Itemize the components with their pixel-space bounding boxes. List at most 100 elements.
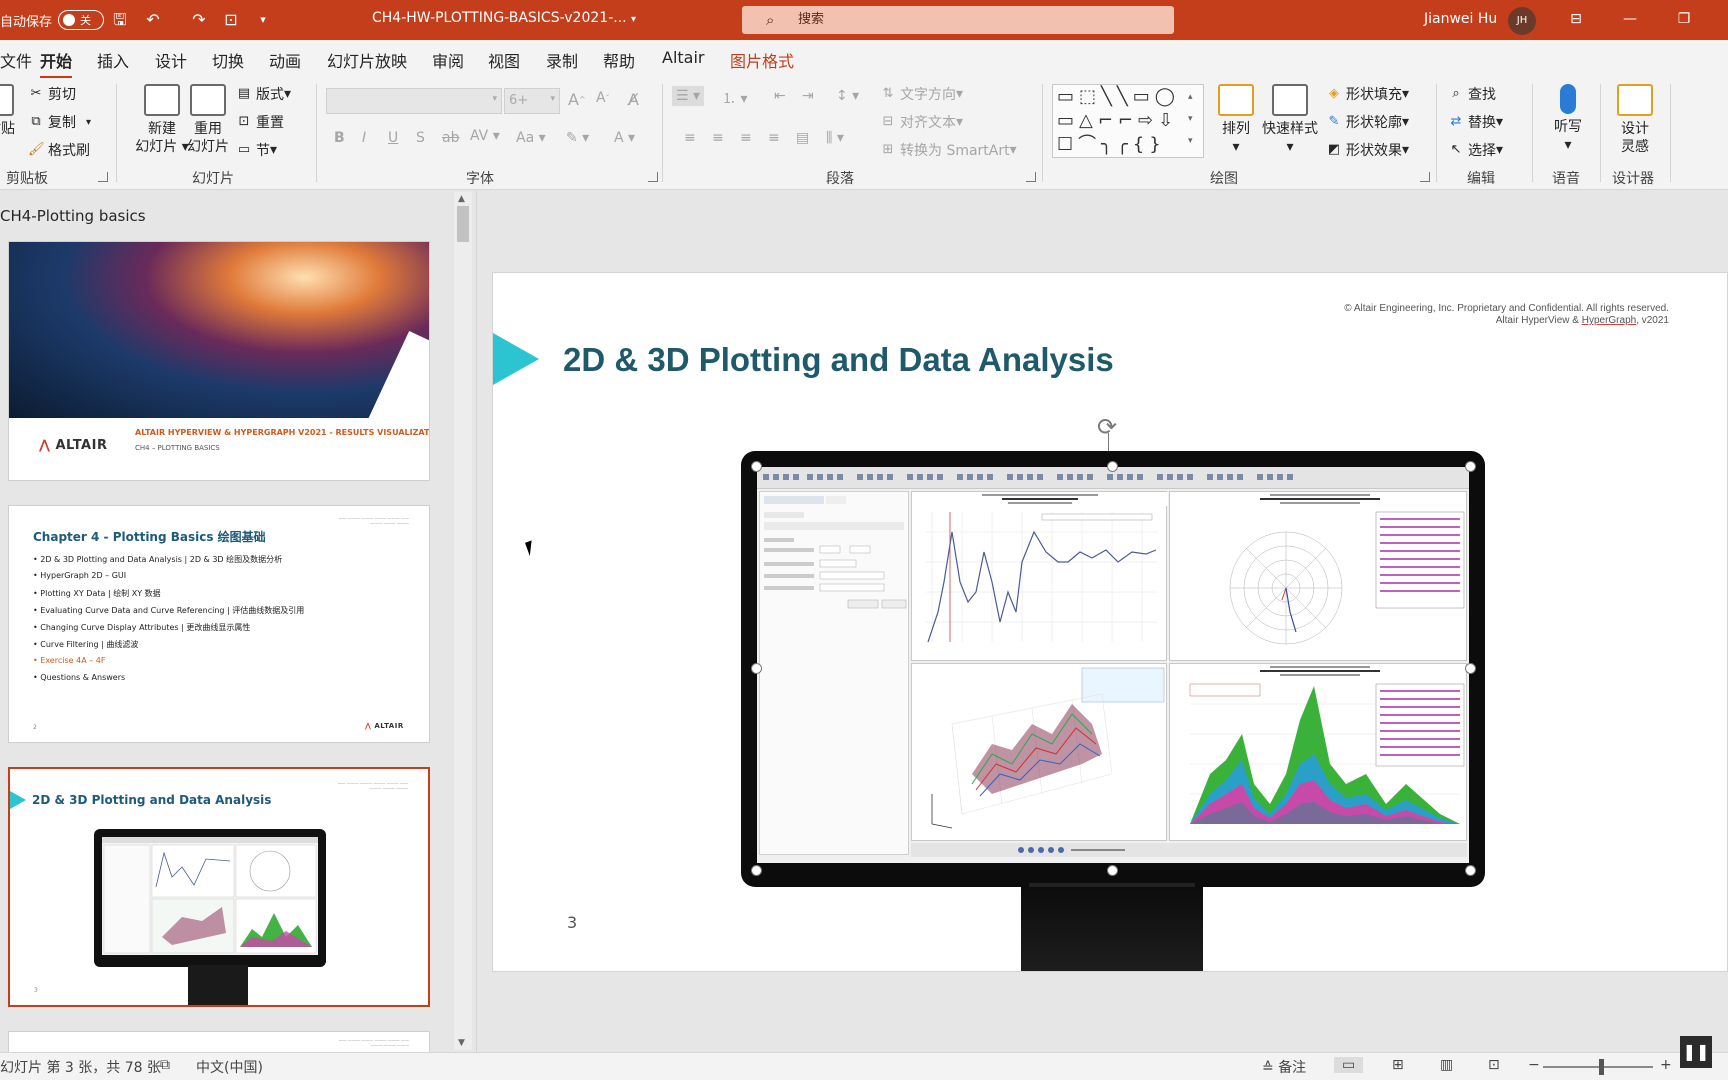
monitor-picture[interactable] xyxy=(741,451,1485,887)
minimize-icon[interactable]: — xyxy=(1608,0,1652,40)
ribbon-display-icon[interactable]: ⊟ xyxy=(1554,0,1598,40)
distributed-icon[interactable]: ▤ xyxy=(796,130,809,146)
italic-icon[interactable]: I xyxy=(362,130,366,146)
present-from-start-icon[interactable]: ⊡ xyxy=(218,8,244,32)
tab-slideshow[interactable]: 幻灯片放映 xyxy=(327,48,407,72)
shadow-icon[interactable]: S xyxy=(416,130,425,146)
slideshow-icon[interactable]: ⊡ xyxy=(1488,1057,1500,1073)
arrange-button[interactable]: 排列 ▾ xyxy=(1216,84,1256,156)
customize-qat-icon[interactable]: ▾ xyxy=(250,8,276,32)
bold-icon[interactable]: B xyxy=(334,130,345,146)
align-left-icon[interactable]: ≡ xyxy=(684,130,696,146)
accessibility-icon[interactable]: ⧉ xyxy=(160,1057,170,1073)
notes-button[interactable]: ≙ 备注 xyxy=(1262,1057,1306,1077)
search-input[interactable]: ⌕ 搜索 xyxy=(742,6,1174,34)
align-right-icon[interactable]: ≡ xyxy=(740,130,752,146)
thumbnail-scrollbar[interactable]: ▲ ▼ xyxy=(454,192,472,1050)
slide-thumbnail-2[interactable]: —— ——— ——— ——— ——— —— ——— ——— ——— Chapter… xyxy=(8,505,430,743)
tab-design[interactable]: 设计 xyxy=(155,48,187,72)
font-name-select[interactable]: ▾ xyxy=(326,88,502,114)
section-title[interactable]: CH4-Plotting basics xyxy=(0,207,146,225)
slide-thumbnail-3[interactable]: —— ——— ——— ——— ——— —— ——— ——— ——— 2D & 3D… xyxy=(8,767,430,1007)
autosave-control[interactable]: 自动保存 关 xyxy=(0,0,105,40)
quick-styles-button[interactable]: 快速样式 ▾ xyxy=(1260,84,1320,156)
justify-icon[interactable]: ≡ xyxy=(768,130,780,146)
tab-altair[interactable]: Altair xyxy=(662,48,705,67)
clipboard-launcher[interactable] xyxy=(98,172,108,182)
select-button[interactable]: ↖ 选择 ▾ xyxy=(1448,140,1503,160)
align-center-icon[interactable]: ≡ xyxy=(712,130,724,146)
underline-icon[interactable]: U xyxy=(388,130,398,146)
change-case-icon[interactable]: Aa ▾ xyxy=(516,130,546,146)
normal-view-icon[interactable]: ▭ xyxy=(1334,1057,1364,1073)
dictate-button[interactable]: 听写 ▾ xyxy=(1548,84,1588,154)
zoom-out-icon[interactable]: − xyxy=(1528,1057,1540,1073)
reuse-slides-button[interactable]: 重用 幻灯片 xyxy=(186,84,230,156)
numbering-icon[interactable]: ⒈ ▾ xyxy=(722,88,747,108)
columns-icon[interactable]: ⫼ ▾ xyxy=(826,130,844,146)
autosave-toggle[interactable]: 关 xyxy=(58,10,105,30)
pane-divider[interactable] xyxy=(476,191,477,1052)
zoom-in-icon[interactable]: + xyxy=(1660,1057,1672,1073)
format-painter-button[interactable]: 🖌 格式刷 xyxy=(28,140,90,160)
font-launcher[interactable] xyxy=(648,172,658,182)
rotate-handle-icon[interactable]: ⟳ xyxy=(1097,413,1117,441)
shapes-scroll[interactable]: ▴ ▾ ▾ xyxy=(1188,86,1193,152)
zoom-slider[interactable] xyxy=(1543,1066,1653,1068)
undo-icon[interactable]: ↶ xyxy=(140,8,166,32)
resize-handle[interactable] xyxy=(1465,461,1476,472)
slide-canvas[interactable]: © Altair Engineering, Inc. Proprietary a… xyxy=(492,272,1728,972)
shrink-font-icon[interactable]: Aˇ xyxy=(596,90,610,106)
slide-thumbnail-1[interactable]: ⋀ ALTAIR ALTAIR HYPERVIEW & HYPERGRAPH V… xyxy=(8,241,430,481)
pause-icon[interactable]: ❚❚ xyxy=(1680,1036,1712,1068)
resize-handle[interactable] xyxy=(1107,865,1118,876)
shapes-gallery[interactable]: ▭⬚╲╲▭◯ ▭△⌐⌐⇨⇩ ☐⌒╮╭{} xyxy=(1052,84,1204,158)
resize-handle[interactable] xyxy=(751,865,762,876)
avatar[interactable]: JH xyxy=(1508,7,1536,35)
find-button[interactable]: ⌕ 查找 xyxy=(1448,84,1496,104)
layout-button[interactable]: ▤ 版式 ▾ xyxy=(236,84,291,104)
font-size-select[interactable]: 6+ ▾ xyxy=(504,88,560,114)
resize-handle[interactable] xyxy=(1107,461,1118,472)
shape-fill-button[interactable]: ◈ 形状填充 ▾ xyxy=(1326,84,1409,104)
tab-help[interactable]: 帮助 xyxy=(603,48,635,72)
tab-transitions[interactable]: 切换 xyxy=(212,48,244,72)
slide-title[interactable]: 2D & 3D Plotting and Data Analysis xyxy=(563,341,1114,379)
scrollbar-thumb[interactable] xyxy=(457,206,469,242)
char-spacing-icon[interactable]: AV ▾ xyxy=(470,128,500,144)
strikethrough-icon[interactable]: ab xyxy=(442,130,459,146)
tab-insert[interactable]: 插入 xyxy=(97,48,129,72)
document-title[interactable]: CH4-HW-PLOTTING-BASICS-v2021-... ▾ xyxy=(372,0,636,40)
smartart-button[interactable]: ⊞ 转换为 SmartArt ▾ xyxy=(880,140,1017,160)
line-spacing-icon[interactable]: ↕ ▾ xyxy=(836,88,859,104)
scroll-up-icon[interactable]: ▲ xyxy=(458,194,465,204)
clear-format-icon[interactable]: A̸ xyxy=(628,90,639,109)
resize-handle[interactable] xyxy=(751,461,762,472)
font-color-icon[interactable]: A ▾ xyxy=(614,130,635,146)
shape-outline-button[interactable]: ✎ 形状轮廓 ▾ xyxy=(1326,112,1409,132)
design-ideas-button[interactable]: 设计 灵感 xyxy=(1612,84,1658,156)
decrease-indent-icon[interactable]: ⇤ xyxy=(774,88,786,104)
paste-button[interactable]: 粘贴 xyxy=(0,84,16,138)
align-text-button[interactable]: ⊟ 对齐文本 ▾ xyxy=(880,112,963,132)
save-icon[interactable]: 🖫 xyxy=(107,8,133,32)
grow-font-icon[interactable]: A ^ xyxy=(568,90,586,109)
shape-effects-button[interactable]: ◩ 形状效果 ▾ xyxy=(1326,140,1409,160)
tab-view[interactable]: 视图 xyxy=(488,48,520,72)
reading-view-icon[interactable]: ▥ xyxy=(1440,1057,1453,1073)
slide-sorter-icon[interactable]: ⊞ xyxy=(1392,1057,1404,1073)
zoom-slider-knob[interactable] xyxy=(1599,1059,1604,1075)
new-slide-button[interactable]: 新建 幻灯片 ▾ xyxy=(132,84,192,156)
tab-picture-format[interactable]: 图片格式 xyxy=(730,48,794,72)
increase-indent-icon[interactable]: ⇥ xyxy=(802,88,814,104)
reset-button[interactable]: ⊡ 重置 xyxy=(236,112,284,132)
tab-record[interactable]: 录制 xyxy=(546,48,578,72)
text-direction-button[interactable]: ⇅ 文字方向 ▾ xyxy=(880,84,963,104)
resize-handle[interactable] xyxy=(751,663,762,674)
language-indicator[interactable]: 中文(中国) xyxy=(196,1057,263,1077)
user-name[interactable]: Jianwei Hu xyxy=(1424,0,1497,38)
tab-animations[interactable]: 动画 xyxy=(269,48,301,72)
replace-button[interactable]: ⇄ 替换 ▾ xyxy=(1448,112,1503,132)
copy-button[interactable]: ⧉ 复制 ▾ xyxy=(28,112,91,132)
tab-review[interactable]: 审阅 xyxy=(432,48,464,72)
